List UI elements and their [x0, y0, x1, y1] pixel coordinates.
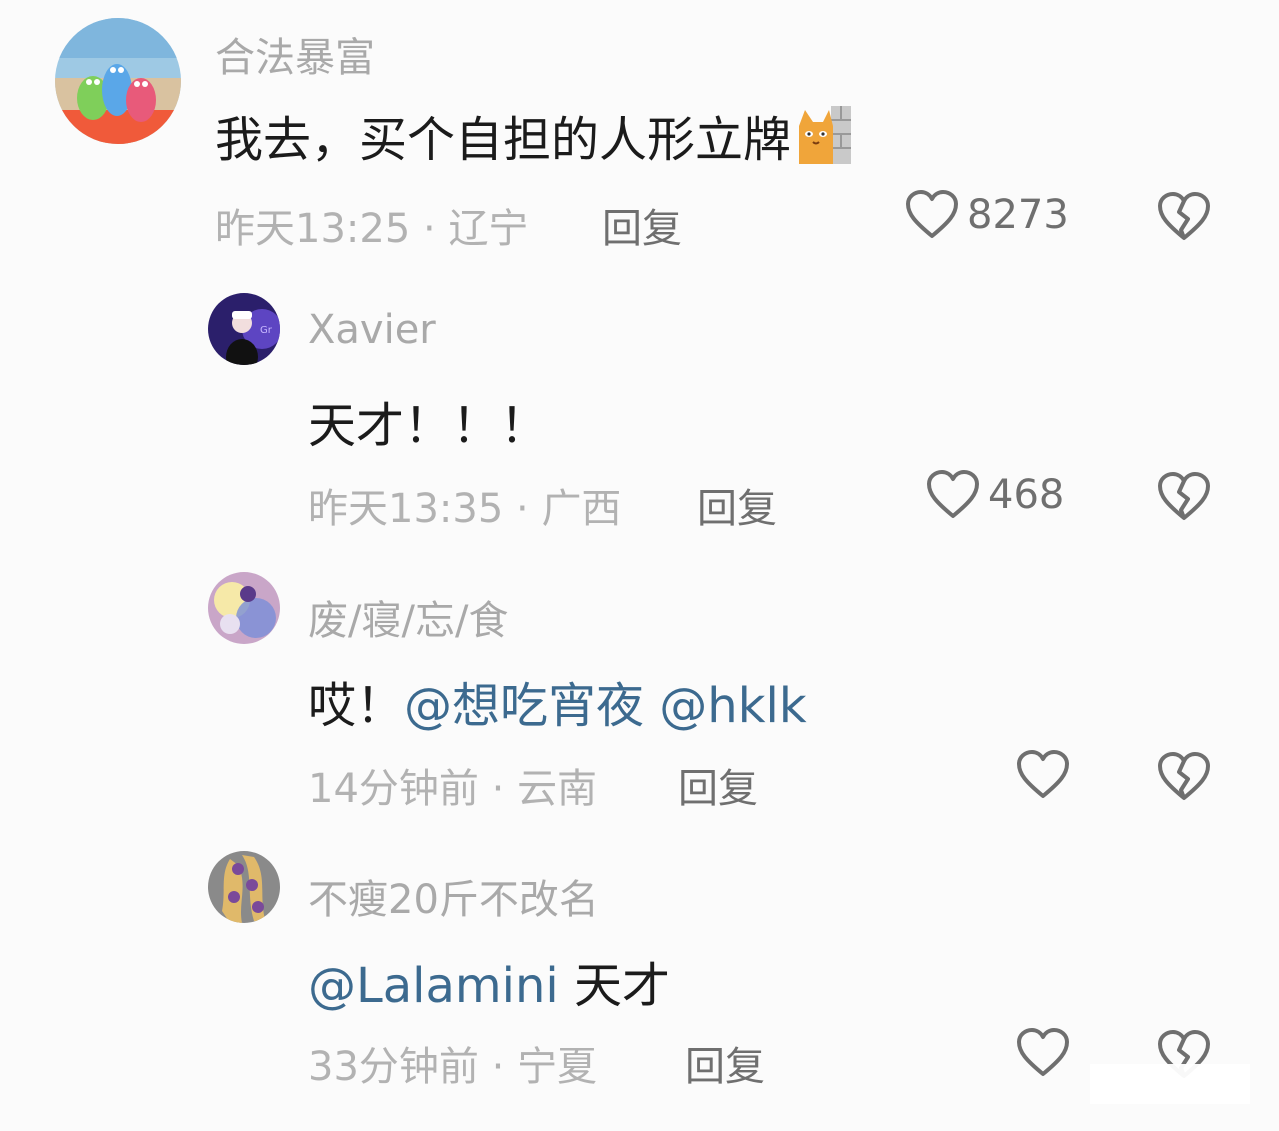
comment-meta: 昨天13:25 · 辽宁	[215, 196, 528, 254]
dislike-button[interactable]	[1157, 752, 1211, 806]
avatar-image	[208, 572, 280, 644]
meta-separator: ·	[478, 766, 518, 812]
reply-button[interactable]: 回复	[602, 196, 682, 254]
dislike-button[interactable]	[1157, 192, 1211, 246]
reply-comment-item: Gr Xavier 天才！！！ 昨天13:35 · 广西 回复 468	[0, 280, 1279, 550]
like-button[interactable]: 8273	[905, 190, 1069, 240]
comment-text: 我去，买个自担的人形立牌	[215, 100, 853, 178]
reply-button[interactable]: 回复	[678, 756, 758, 814]
meta-separator: ·	[478, 1044, 518, 1090]
comment-location: 广西	[541, 486, 622, 532]
dislike-button[interactable]	[1157, 472, 1211, 526]
svg-text:Gr: Gr	[260, 325, 273, 336]
username[interactable]: Xavier	[308, 307, 436, 353]
comment-time: 14分钟前	[308, 766, 479, 812]
watermark-overlay	[1090, 1064, 1250, 1104]
mention-link[interactable]: @hklk	[659, 678, 806, 734]
heart-outline-icon	[1017, 1028, 1069, 1076]
heart-outline-icon	[906, 190, 958, 238]
username[interactable]: 合法暴富	[215, 25, 375, 83]
comment-text: 天才！！！	[308, 398, 549, 454]
reply-comment-item: 废/寝/忘/食 哎！@想吃宵夜 @hklk 14分钟前 · 云南 回复	[0, 560, 1279, 830]
mention-link[interactable]: @Lalamini	[308, 958, 559, 1014]
comment-location: 辽宁	[448, 206, 529, 252]
heart-outline-icon	[1017, 750, 1069, 798]
avatar[interactable]	[208, 851, 280, 923]
reply-button[interactable]: 回复	[697, 476, 777, 534]
meta-separator: ·	[503, 486, 542, 532]
comment-time: 33分钟前	[308, 1044, 479, 1090]
comment-location: 云南	[517, 766, 598, 812]
avatar[interactable]	[55, 18, 181, 144]
comment-text: 哎！@想吃宵夜 @hklk	[308, 666, 807, 736]
comment-item: 合法暴富 我去，买个自担的人形立牌 昨天13:25 · 辽宁 回复 8273	[0, 0, 1279, 270]
comment-location: 宁夏	[517, 1044, 598, 1090]
avatar-image: Gr	[208, 293, 280, 365]
like-button[interactable]	[1016, 1028, 1070, 1078]
like-count: 468	[988, 472, 1065, 518]
comment-time: 昨天13:35	[308, 486, 504, 532]
broken-heart-icon	[1158, 472, 1210, 520]
reply-button[interactable]: 回复	[685, 1034, 765, 1092]
like-count: 8273	[967, 192, 1069, 238]
comment-text-content: 我去，买个自担的人形立牌	[215, 112, 792, 168]
avatar-image	[55, 18, 181, 144]
avatar[interactable]	[208, 572, 280, 644]
reply-comment-item: 不瘦20斤不改名 @Lalamini 天才 33分钟前 · 宁夏 回复	[0, 840, 1279, 1131]
comment-text-content: 哎！	[308, 678, 405, 734]
meta-separator: ·	[410, 206, 449, 252]
like-button[interactable]: 468	[926, 470, 1064, 520]
comment-meta: 昨天13:35 · 广西	[308, 476, 621, 534]
avatar[interactable]: Gr	[208, 293, 280, 365]
mention-link[interactable]: @想吃宵夜	[404, 678, 644, 734]
comment-text-content: 天才	[558, 958, 671, 1014]
comment-meta: 33分钟前 · 宁夏	[308, 1034, 597, 1092]
comment-time: 昨天13:25	[215, 206, 411, 252]
broken-heart-icon	[1158, 192, 1210, 240]
username[interactable]: 不瘦20斤不改名	[308, 867, 599, 925]
like-button[interactable]	[1016, 750, 1070, 800]
avatar-image	[208, 851, 280, 923]
heart-outline-icon	[927, 470, 979, 518]
comment-text: @Lalamini 天才	[308, 946, 670, 1016]
username[interactable]: 废/寝/忘/食	[308, 588, 508, 646]
broken-heart-icon	[1158, 752, 1210, 800]
comment-meta: 14分钟前 · 云南	[308, 756, 597, 814]
cat-wall-emoji-icon	[795, 104, 853, 178]
